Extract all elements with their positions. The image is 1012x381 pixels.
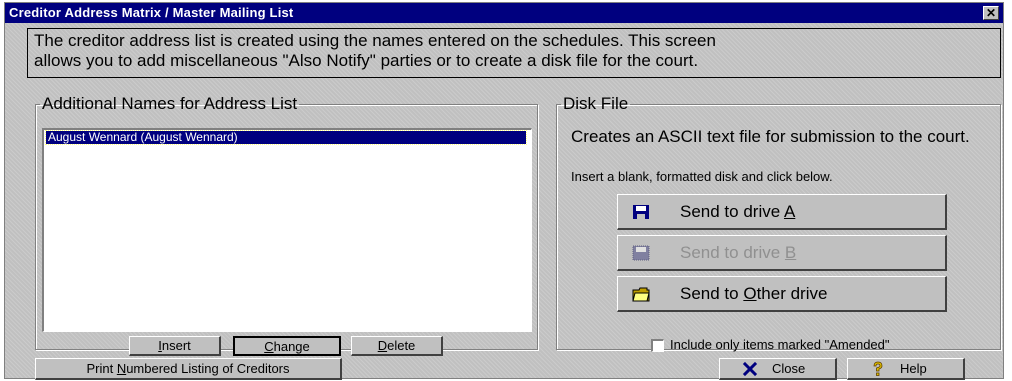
insert-label-post: nsert bbox=[161, 338, 191, 353]
drive-b-label-pre: Send to drive bbox=[680, 243, 785, 262]
send-to-drive-b-button: Send to drive B bbox=[617, 235, 947, 271]
change-label-key: C bbox=[264, 339, 274, 354]
amended-only-checkbox-row[interactable]: Include only items marked "Amended" bbox=[651, 337, 890, 353]
list-item[interactable]: August Wennard (August Wennard) bbox=[45, 130, 527, 145]
drive-other-label-pre: Send to bbox=[680, 284, 744, 303]
print-label-pre: Print bbox=[86, 361, 117, 376]
drive-a-label-pre: Send to drive bbox=[680, 202, 784, 221]
send-to-other-drive-button[interactable]: Send to Other drive bbox=[617, 276, 947, 312]
window-title: Creditor Address Matrix / Master Mailing… bbox=[9, 5, 294, 20]
disk-file-group: Disk File Creates an ASCII text file for… bbox=[556, 94, 1001, 353]
disk-file-instruction: Insert a blank, formatted disk and click… bbox=[571, 169, 833, 184]
send-to-drive-a-button[interactable]: Send to drive A bbox=[617, 194, 947, 230]
delete-button[interactable]: Delete bbox=[351, 336, 443, 356]
address-names-listbox[interactable]: August Wennard (August Wennard) bbox=[42, 128, 532, 332]
disk-file-description: Creates an ASCII text file for submissio… bbox=[571, 127, 970, 146]
drive-other-label-key: O bbox=[743, 284, 757, 303]
drive-b-label-key: B bbox=[784, 243, 797, 262]
info-line-2: allows you to add miscellaneous "Also No… bbox=[34, 51, 699, 70]
change-label-post: hange bbox=[273, 339, 310, 354]
help-label: Help bbox=[900, 361, 927, 376]
drive-a-label-key: A bbox=[783, 202, 796, 221]
delete-label-key: D bbox=[377, 338, 388, 353]
window-close-button[interactable]: ✕ bbox=[983, 6, 999, 20]
title-bar[interactable]: Creditor Address Matrix / Master Mailing… bbox=[5, 3, 1003, 23]
amended-only-label: Include only items marked "Amended" bbox=[670, 337, 890, 352]
question-mark-icon bbox=[873, 361, 883, 376]
floppy-disk-icon bbox=[633, 205, 649, 219]
additional-names-group: Additional Names for Address List August… bbox=[35, 94, 538, 356]
close-label: Close bbox=[772, 361, 806, 376]
print-numbered-listing-button[interactable]: Print Numbered Listing of Creditors bbox=[35, 358, 342, 380]
change-button[interactable]: Change bbox=[233, 336, 341, 356]
help-button[interactable]: Help bbox=[847, 358, 965, 380]
print-label-post: umbered Listing of Creditors bbox=[126, 361, 290, 376]
info-line-1: The creditor address list is created usi… bbox=[34, 31, 716, 50]
print-label-key: N bbox=[116, 361, 127, 376]
floppy-disk-disabled-icon bbox=[632, 245, 650, 261]
insert-button[interactable]: Insert bbox=[129, 336, 221, 356]
disk-file-legend: Disk File bbox=[563, 94, 629, 113]
amended-only-checkbox[interactable] bbox=[651, 339, 664, 353]
folder-icon bbox=[632, 287, 650, 302]
x-icon bbox=[742, 361, 758, 377]
delete-label-post: elete bbox=[387, 338, 416, 353]
dialog-window: Creditor Address Matrix / Master Mailing… bbox=[4, 2, 1004, 380]
additional-names-legend: Additional Names for Address List bbox=[42, 94, 298, 113]
info-message: The creditor address list is created usi… bbox=[27, 28, 1001, 78]
drive-other-label-post: ther drive bbox=[756, 284, 828, 303]
close-button[interactable]: Close bbox=[719, 358, 837, 380]
